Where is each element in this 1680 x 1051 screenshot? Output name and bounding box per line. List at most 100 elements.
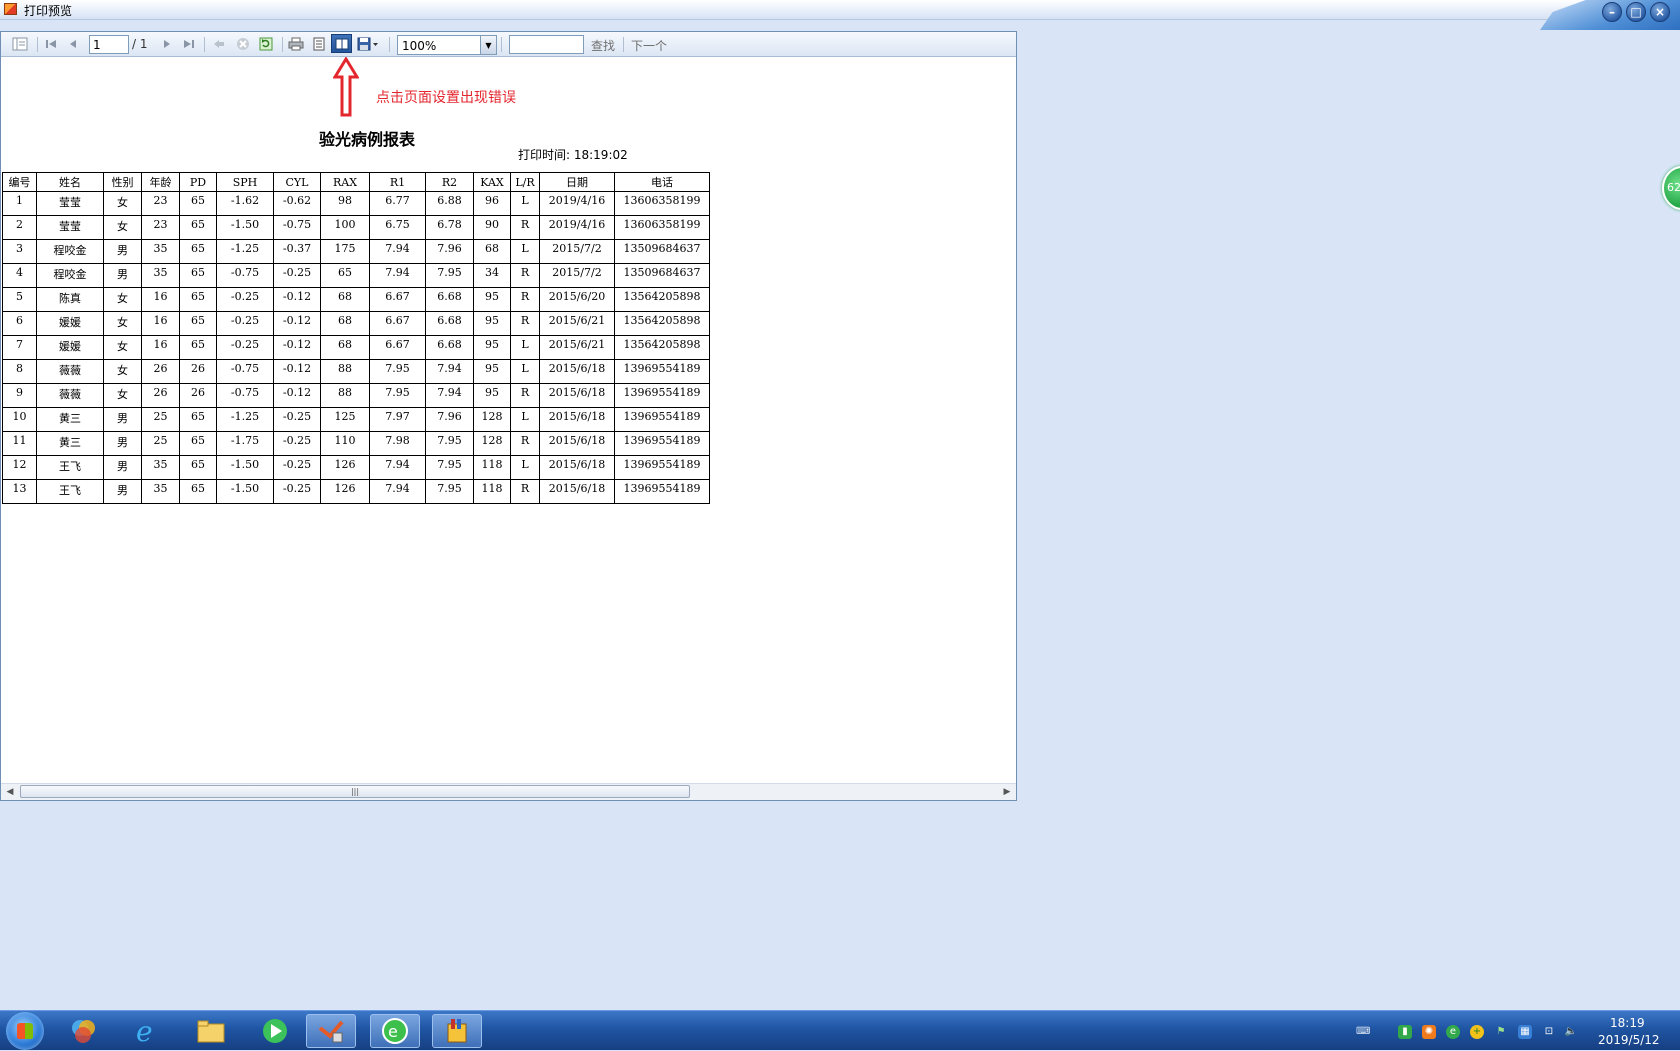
table-cell: R	[510, 431, 540, 456]
table-cell: 2	[2, 215, 37, 240]
svg-text:e: e	[136, 1016, 153, 1046]
table-cell: 女	[103, 359, 142, 384]
table-cell: 95	[473, 359, 511, 384]
table-cell: 13	[2, 479, 37, 504]
table-header-row: 编号 姓名 性别 年龄 PD SPH CYL RAX R1 R2 KAX L/R 日期 电话	[2, 172, 710, 192]
table-cell: 女	[103, 215, 142, 240]
search-input[interactable]	[509, 35, 584, 54]
table-cell: 96	[473, 191, 511, 216]
taskbar: e e ⌨ ▮ ✺ e + ⚑ ▦ ⊡ 🔈 18:19 2019/5/12	[0, 1010, 1680, 1050]
table-cell: -0.12	[273, 335, 321, 360]
preview-toolbar: / 1 100% ▼	[1, 32, 1016, 57]
taskbar-app-browser-icon[interactable]	[58, 1014, 108, 1048]
scroll-right-icon[interactable]: ▶	[1000, 786, 1014, 798]
scroll-left-icon[interactable]: ◀	[3, 786, 17, 798]
table-row: 1 莹莹女 23 65 -1.62 -0.62 98 6.77 6.88 96 L 2019/4/16…	[2, 191, 710, 216]
next-page-icon[interactable]	[158, 36, 176, 52]
table-cell: 35	[141, 263, 180, 288]
close-button[interactable]: ×	[1650, 2, 1670, 22]
table-cell: -1.25	[216, 239, 274, 264]
taskbar-app-visual-studio-icon[interactable]	[306, 1014, 356, 1048]
taskbar-app-green-icon[interactable]: e	[370, 1014, 420, 1048]
table-cell: 莹莹	[36, 215, 104, 240]
table-cell: 2019/4/16	[539, 191, 615, 216]
table-cell: 13969554189	[614, 479, 710, 504]
print-layout-button[interactable]	[331, 34, 352, 53]
scrollbar-thumb[interactable]: |||	[20, 785, 690, 798]
minimize-button[interactable]: –	[1602, 2, 1622, 22]
print-icon[interactable]	[286, 36, 306, 52]
table-cell: 175	[320, 239, 370, 264]
table-cell: 95	[473, 335, 511, 360]
page-number-input[interactable]	[89, 35, 129, 54]
chevron-down-icon[interactable]: ▼	[480, 36, 496, 54]
table-cell: 65	[179, 431, 217, 456]
table-cell: R	[510, 383, 540, 408]
zoom-value: 100%	[402, 39, 437, 53]
display-tray-icon[interactable]: ▦	[1518, 1025, 1532, 1039]
browser-tray-icon[interactable]: e	[1446, 1025, 1460, 1039]
flag-tray-icon[interactable]: ⚑	[1494, 1025, 1508, 1039]
find-button[interactable]: 查找	[591, 37, 615, 54]
table-cell: 陈真	[36, 287, 104, 312]
table-cell: 125	[320, 407, 370, 432]
page-setup-icon[interactable]	[309, 36, 329, 52]
table-cell: 男	[103, 239, 142, 264]
table-cell: 女	[103, 335, 142, 360]
table-cell: -1.50	[216, 479, 274, 504]
table-cell: 95	[473, 287, 511, 312]
clock-date[interactable]: 2019/5/12	[1598, 1033, 1660, 1047]
table-cell: 13969554189	[614, 431, 710, 456]
maximize-button[interactable]: □	[1626, 2, 1646, 22]
floating-badge[interactable]: 62	[1662, 166, 1680, 210]
network-icon[interactable]: ⊡	[1542, 1025, 1556, 1039]
back-icon[interactable]	[210, 36, 228, 52]
table-cell: 5	[2, 287, 37, 312]
sun-icon[interactable]: ✺	[1422, 1025, 1436, 1039]
table-cell: -0.62	[273, 191, 321, 216]
clock-time[interactable]: 18:19	[1610, 1016, 1645, 1030]
zoom-dropdown[interactable]: 100% ▼	[397, 35, 497, 55]
media-player-icon[interactable]	[250, 1014, 300, 1048]
table-cell: 65	[179, 311, 217, 336]
stop-icon[interactable]	[234, 36, 252, 52]
volume-icon[interactable]: 🔈	[1564, 1025, 1578, 1039]
find-next-button[interactable]: 下一个	[631, 37, 667, 54]
table-cell: 2015/6/21	[539, 311, 615, 336]
table-cell: 88	[320, 359, 370, 384]
start-button[interactable]	[6, 1012, 44, 1050]
table-cell: -0.25	[273, 431, 321, 456]
table-cell: 6.77	[369, 191, 426, 216]
taskbar-app-toolbox-icon[interactable]	[432, 1014, 482, 1048]
table-cell: 黄三	[36, 407, 104, 432]
report-title: 验光病例报表	[319, 130, 416, 149]
security-tray-icon[interactable]: +	[1470, 1025, 1484, 1039]
toggle-tree-icon[interactable]	[9, 36, 31, 52]
up-arrow-annotation-icon	[333, 57, 359, 117]
table-cell: 6.68	[425, 335, 474, 360]
table-cell: 媛媛	[36, 335, 104, 360]
first-page-icon[interactable]	[42, 36, 60, 52]
table-row: 12 王飞男 35 65 -1.50 -0.25 126 7.94 7.95 118 L 2015/6…	[2, 455, 710, 480]
app-icon	[4, 3, 17, 15]
column-header: 日期	[539, 172, 615, 192]
internet-explorer-icon[interactable]: e	[122, 1014, 172, 1048]
table-cell: -0.25	[273, 479, 321, 504]
table-cell: 7.98	[369, 431, 426, 456]
table-cell: 女	[103, 287, 142, 312]
export-save-icon[interactable]	[355, 36, 381, 52]
table-cell: 128	[473, 407, 511, 432]
battery-icon[interactable]: ▮	[1398, 1025, 1412, 1039]
file-explorer-icon[interactable]	[186, 1014, 236, 1048]
table-cell: R	[510, 287, 540, 312]
refresh-icon[interactable]	[257, 36, 275, 52]
table-cell: 95	[473, 311, 511, 336]
keyboard-icon[interactable]: ⌨	[1356, 1025, 1370, 1039]
table-cell: 男	[103, 455, 142, 480]
annotation-text: 点击页面设置出现错误	[376, 90, 516, 106]
previous-page-icon[interactable]	[64, 36, 82, 52]
column-header: 年龄	[141, 172, 180, 192]
table-cell: 6.67	[369, 311, 426, 336]
last-page-icon[interactable]	[180, 36, 198, 52]
horizontal-scrollbar[interactable]: ◀ ||| ▶	[1, 783, 1016, 800]
